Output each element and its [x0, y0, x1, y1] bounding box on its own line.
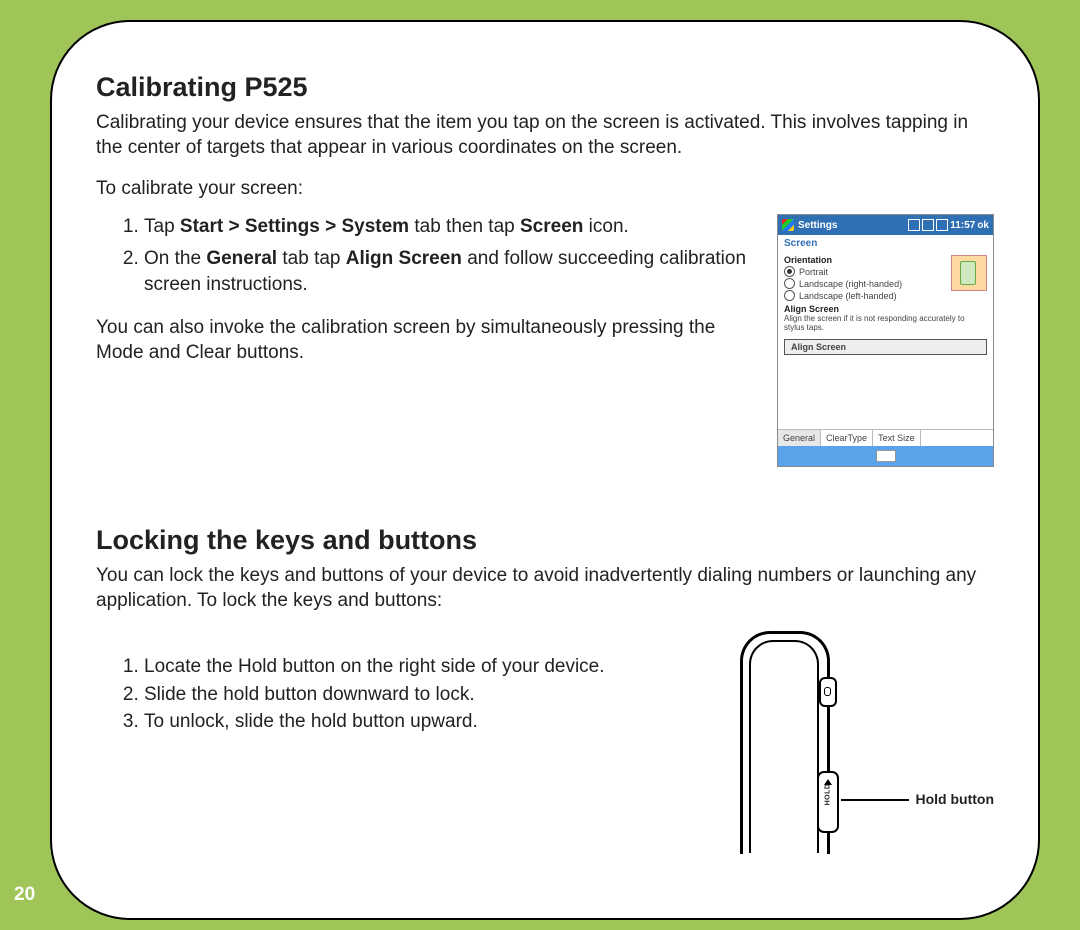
hold-switch-text: HOLD [825, 784, 832, 806]
cal-step-1: Tap Start > Settings > System tab then t… [144, 214, 747, 240]
t: Align Screen [346, 248, 462, 269]
radio-landscape-right: Landscape (right-handed) [784, 278, 947, 289]
callout-line [841, 799, 909, 801]
calibration-note: You can also invoke the calibration scre… [96, 316, 747, 365]
align-heading: Align Screen [784, 304, 987, 314]
volume-icon [936, 219, 948, 231]
titlebar-text: Settings [798, 220, 837, 231]
t: General [206, 248, 277, 269]
lead-calibrating: To calibrate your screen: [96, 178, 994, 200]
t: Portrait [799, 267, 828, 277]
page-number: 20 [14, 884, 35, 906]
clock-text: 11:57 [950, 220, 975, 231]
lock-step-3: To unlock, slide the hold button upward. [144, 708, 710, 736]
ok-button: ok [977, 220, 989, 231]
signal-icon [922, 219, 934, 231]
start-icon [782, 219, 794, 231]
device-side-button [819, 677, 837, 707]
align-desc: Align the screen if it is not responding… [784, 315, 987, 333]
radio-icon [784, 278, 795, 289]
device-body-inner [749, 640, 819, 853]
hold-switch-icon: HOLD [817, 771, 839, 833]
lock-step-1: Locate the Hold button on the right side… [144, 653, 710, 681]
tab-textsize: Text Size [873, 430, 921, 446]
status-icon [908, 219, 920, 231]
tab-cleartype: ClearType [821, 430, 873, 446]
orientation-icon [951, 255, 987, 291]
screenshot-titlebar: Settings 11:57 ok [778, 215, 993, 235]
cal-step-2: On the General tab tap Align Screen and … [144, 246, 747, 297]
screenshot-tabs: General ClearType Text Size [778, 429, 993, 446]
calibration-steps: Tap Start > Settings > System tab then t… [96, 214, 747, 297]
intro-calibrating: Calibrating your device ensures that the… [96, 111, 994, 160]
radio-landscape-left: Landscape (left-handed) [784, 290, 947, 301]
screenshot-sip-bar [778, 446, 993, 466]
heading-calibrating: Calibrating P525 [96, 72, 994, 103]
lock-step-2: Slide the hold button downward to lock. [144, 681, 710, 709]
radio-portrait: Portrait [784, 266, 947, 277]
t: tab then tap [409, 216, 520, 237]
t: tab tap [277, 248, 346, 269]
locking-steps: Locate the Hold button on the right side… [96, 653, 710, 736]
device-illustration: HOLD Hold button [734, 631, 994, 851]
radio-icon [784, 266, 795, 277]
t: Start > Settings > System [180, 216, 409, 237]
hold-button-label: Hold button [915, 791, 994, 807]
radio-icon [784, 290, 795, 301]
t: On the [144, 248, 206, 269]
tab-general: General [778, 430, 821, 446]
t: Tap [144, 216, 180, 237]
screen-settings-screenshot: Settings 11:57 ok Screen Orientation Por… [777, 214, 994, 467]
heading-locking: Locking the keys and buttons [96, 525, 994, 556]
intro-locking: You can lock the keys and buttons of you… [96, 564, 994, 613]
t: Landscape (left-handed) [799, 291, 897, 301]
t: Screen [520, 216, 583, 237]
manual-page: Calibrating P525 Calibrating your device… [50, 20, 1040, 920]
align-screen-button: Align Screen [784, 339, 987, 355]
t: Landscape (right-handed) [799, 279, 902, 289]
t: icon. [583, 216, 628, 237]
screenshot-subtitle: Screen [778, 235, 993, 249]
